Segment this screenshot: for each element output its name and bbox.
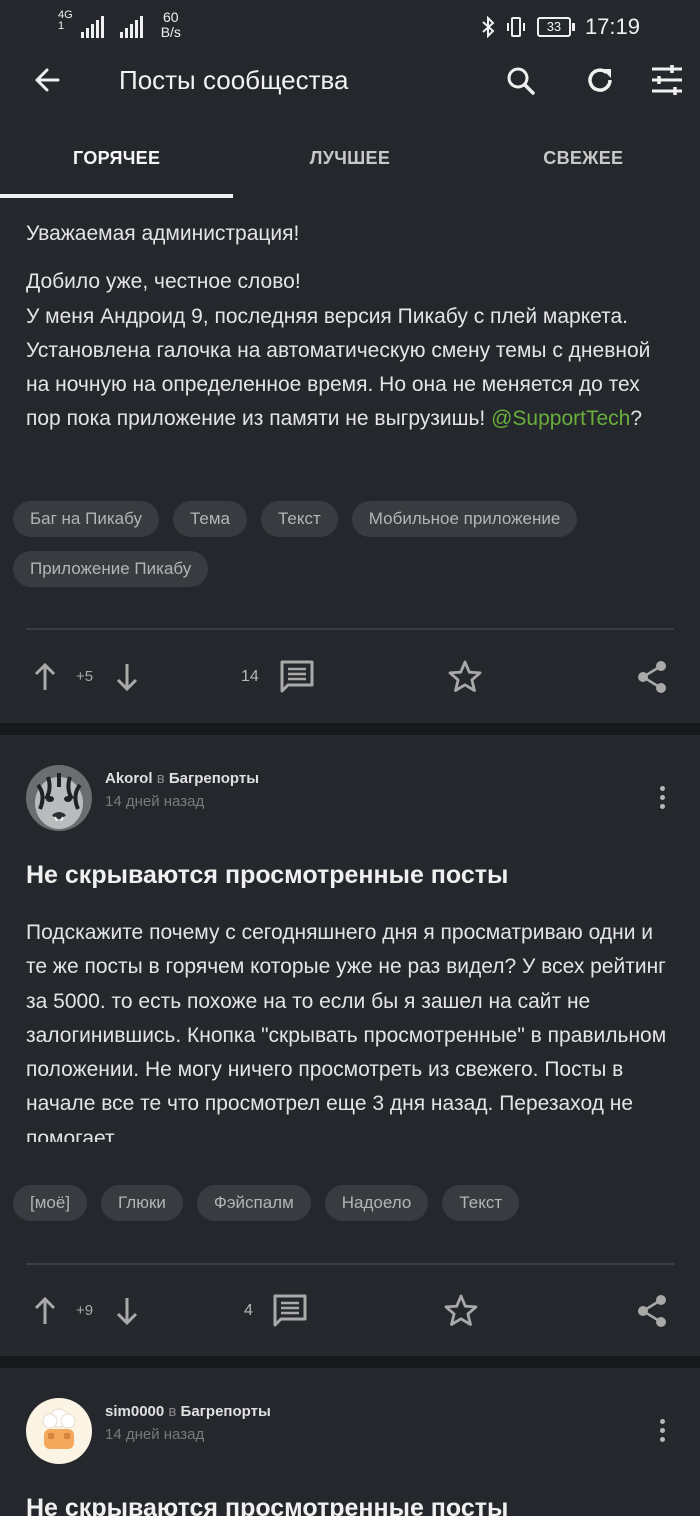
share-button[interactable] — [634, 647, 670, 707]
save-button[interactable] — [446, 647, 484, 707]
comments-button[interactable] — [278, 647, 316, 707]
tag[interactable]: [моё] — [13, 1185, 88, 1221]
app-header: 4G 1 60 B/s 33 17:19 Посты сообщества ГОРЯ… — [0, 0, 700, 198]
share-button[interactable] — [634, 1281, 670, 1341]
arrow-up-icon — [34, 1296, 56, 1324]
more-options-icon[interactable] — [652, 777, 672, 817]
post-card: Уважаемая администрация! Добило уже, чес… — [0, 198, 700, 723]
author-name[interactable]: sim0000 — [105, 1403, 164, 1420]
post-card: sim0000 в Багрепорты 14 дней назад Не ск… — [0, 1368, 700, 1516]
tag[interactable]: Приложение Пикабу — [13, 551, 209, 587]
divider — [26, 628, 674, 630]
tag-list: Баг на Пикабу Тема Текст Мобильное прило… — [13, 501, 690, 587]
tag[interactable]: Надоело — [324, 1185, 429, 1221]
post-date: 14 дней назад — [105, 1426, 205, 1443]
divider — [26, 1263, 674, 1265]
rating-value: +9 — [76, 1302, 94, 1319]
downvote-button[interactable] — [110, 647, 144, 707]
clock: 17:19 — [584, 14, 640, 39]
avatar[interactable] — [26, 765, 92, 831]
in-word: в — [168, 1403, 177, 1420]
refresh-icon[interactable] — [580, 60, 620, 100]
bluetooth-icon — [482, 16, 495, 38]
rating-value: +5 — [76, 668, 94, 685]
tab-best[interactable]: ЛУЧШЕЕ — [233, 118, 466, 198]
tab-fresh[interactable]: СВЕЖЕЕ — [467, 118, 700, 198]
star-icon — [444, 1294, 478, 1326]
network-type-label: 4G 1 — [58, 9, 73, 32]
chef-avatar-image — [26, 1398, 92, 1464]
tag[interactable]: Тема — [172, 501, 247, 537]
upvote-button[interactable] — [28, 1281, 62, 1341]
network-speed: 60 B/s — [160, 9, 181, 40]
share-icon — [638, 1295, 666, 1327]
post-title[interactable]: Не скрываются просмотренные посты — [26, 859, 676, 891]
tab-hot[interactable]: ГОРЯЧЕЕ — [0, 118, 234, 198]
community-name[interactable]: Багрепорты — [169, 770, 259, 787]
comments-count: 14 — [241, 668, 259, 685]
comments-count: 4 — [244, 1302, 253, 1319]
vibrate-icon — [506, 17, 525, 37]
battery-icon: 33 — [536, 17, 575, 37]
signal-strength-icon — [80, 16, 104, 38]
tag[interactable]: Глюки — [101, 1185, 183, 1221]
upvote-button[interactable] — [28, 647, 62, 707]
tag[interactable]: Баг на Пикабу — [13, 501, 159, 537]
post-actions: +5 14 — [0, 647, 700, 707]
save-button[interactable] — [442, 1281, 480, 1341]
downvote-button[interactable] — [110, 1281, 144, 1341]
tag[interactable]: Текст — [442, 1185, 520, 1221]
post-date: 14 дней назад — [105, 793, 205, 810]
author-line: sim0000 в Багрепорты — [105, 1403, 271, 1420]
author-name[interactable]: Akorol — [105, 770, 153, 787]
post-body-line: У меня Андроид 9, последняя версия Пикаб… — [26, 304, 628, 328]
comment-icon — [280, 660, 314, 693]
star-icon — [448, 660, 482, 692]
share-icon — [638, 661, 666, 693]
arrow-down-icon — [116, 1298, 138, 1326]
post-author-row: Akorol в Багрепорты 14 дней назад — [26, 765, 680, 831]
in-word: в — [156, 770, 165, 787]
comment-icon — [273, 1294, 307, 1327]
post-body: Подскажите почему с сегодняшнего дня я п… — [26, 921, 667, 1142]
post-actions: +9 4 — [0, 1281, 700, 1341]
arrow-up-icon — [34, 662, 56, 690]
more-options-icon[interactable] — [652, 1410, 672, 1450]
arrow-down-icon — [116, 664, 138, 692]
tag[interactable]: Текст — [260, 501, 338, 537]
community-name[interactable]: Багрепорты — [181, 1403, 271, 1420]
avatar[interactable] — [26, 1398, 92, 1464]
author-line: Akorol в Багрепорты — [105, 770, 259, 787]
post-author-row: sim0000 в Багрепорты 14 дней назад — [26, 1398, 680, 1464]
post-body-line: Уважаемая администрация! — [26, 222, 300, 245]
post-title[interactable]: Не скрываются просмотренные посты — [26, 1492, 676, 1516]
filter-sliders-icon[interactable] — [647, 60, 687, 100]
status-bar: 4G 1 60 B/s 33 17:19 — [0, 0, 700, 52]
tag[interactable]: Мобильное приложение — [351, 501, 578, 537]
app-bar: Посты сообщества — [0, 52, 700, 104]
search-icon[interactable] — [500, 60, 540, 100]
tag[interactable]: Фэйспалм — [196, 1185, 311, 1221]
comments-button[interactable] — [271, 1281, 309, 1341]
tiger-avatar-image — [26, 765, 92, 831]
post-body-line: Добило уже, честное слово! — [26, 270, 301, 294]
signal-strength-icon-2 — [119, 16, 143, 38]
post-card: Akorol в Багрепорты 14 дней назад Не скр… — [0, 735, 700, 1356]
tab-bar: ГОРЯЧЕЕ ЛУЧШЕЕ СВЕЖЕЕ — [0, 118, 700, 198]
post-body-line: Установлена галочка на автоматическую см… — [26, 338, 651, 431]
tag-list: [моё] Глюки Фэйспалм Надоело Текст — [13, 1185, 690, 1221]
mention-link[interactable]: @SupportTech — [491, 407, 630, 430]
page-title: Посты сообщества — [119, 65, 349, 95]
arrow-back-icon[interactable] — [28, 60, 68, 100]
post-body: Уважаемая администрация! Добило уже, чес… — [26, 217, 676, 465]
